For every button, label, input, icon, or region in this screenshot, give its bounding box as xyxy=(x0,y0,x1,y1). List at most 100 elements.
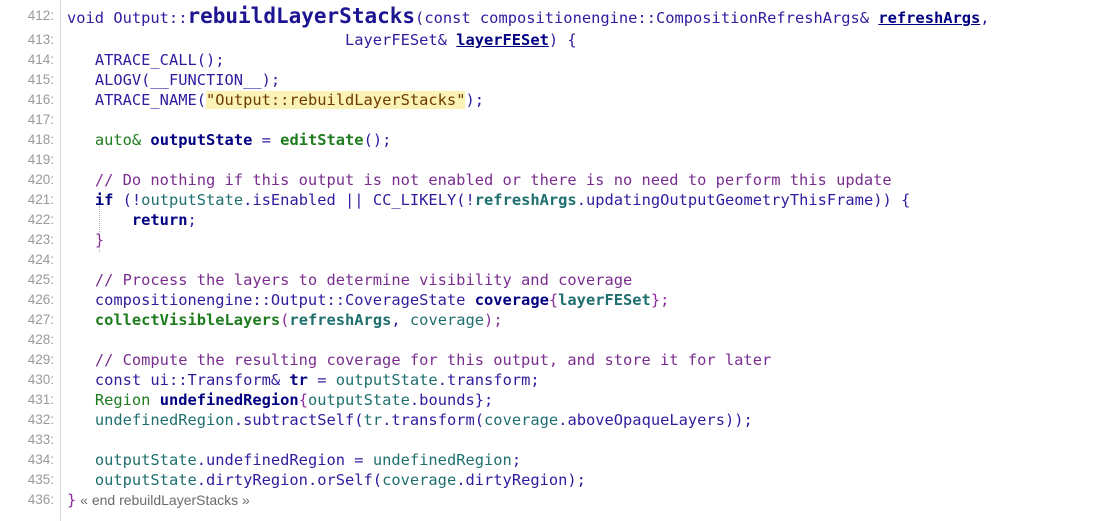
code-comment: // Process the layers to determine visib… xyxy=(94,271,633,289)
code-line[interactable]: 420: // Do nothing if this output is not… xyxy=(0,170,1094,190)
code-comment: // Do nothing if this output is not enab… xyxy=(94,171,892,189)
field-refreshargs[interactable]: refreshArgs xyxy=(475,191,577,209)
code-token: const ui::Transform& xyxy=(94,371,290,389)
code-token: .subtractSelf( xyxy=(233,411,364,429)
line-number: 413: xyxy=(27,32,54,47)
code-line[interactable]: 417: xyxy=(0,110,1094,130)
code-token: .undefinedRegion = xyxy=(196,451,373,469)
code-token: (); xyxy=(363,131,392,149)
line-number: 415: xyxy=(27,72,54,87)
code-line[interactable]: 422: return; xyxy=(0,210,1094,230)
field-coverage[interactable]: coverage xyxy=(382,471,456,489)
code-token: ); xyxy=(465,91,485,109)
field-tr[interactable]: tr xyxy=(364,411,383,429)
variable-tr[interactable]: tr xyxy=(289,371,308,389)
code-line[interactable]: 435: outputState.dirtyRegion.orSelf(cove… xyxy=(0,470,1094,490)
line-number: 418: xyxy=(27,132,54,147)
code-line[interactable]: 413: LayerFESet& layerFESet) { xyxy=(0,30,1094,50)
field-coverage[interactable]: coverage xyxy=(484,411,558,429)
code-token: ALOGV(__FUNCTION__); xyxy=(94,71,281,89)
field-outputstate[interactable]: outputState xyxy=(95,471,197,489)
line-number: 414: xyxy=(27,52,54,67)
code-line[interactable]: 424: xyxy=(0,250,1094,270)
code-line[interactable]: 434: outputState.undefinedRegion = undef… xyxy=(0,450,1094,470)
field-undefinedregion[interactable]: undefinedRegion xyxy=(95,411,234,429)
field-outputstate[interactable]: outputState xyxy=(141,191,243,209)
code-line[interactable]: 416: ATRACE_NAME("Output::rebuildLayerSt… xyxy=(0,90,1094,110)
line-number: 426: xyxy=(27,292,54,307)
code-line[interactable]: 433: xyxy=(0,430,1094,450)
code-token: .transform; xyxy=(437,371,540,389)
keyword-return: return xyxy=(131,211,188,229)
line-number: 429: xyxy=(27,352,54,367)
code-token: .dirtyRegion.orSelf( xyxy=(196,471,383,489)
code-token: = xyxy=(252,131,281,149)
code-line[interactable]: 412: void Output::rebuildLayerStacks(con… xyxy=(0,4,1094,28)
code-line[interactable]: 430: const ui::Transform& tr = outputSta… xyxy=(0,370,1094,390)
code-line[interactable]: 429: // Compute the resulting coverage f… xyxy=(0,350,1094,370)
arg-layerfeset[interactable]: layerFESet xyxy=(558,291,651,309)
code-token: Region xyxy=(94,391,160,409)
param-refreshargs[interactable]: refreshArgs xyxy=(878,9,980,27)
code-line[interactable]: 421: if (!outputState.isEnabled || CC_LI… xyxy=(0,190,1094,210)
code-token: ); xyxy=(484,311,503,329)
call-editstate[interactable]: editState xyxy=(280,131,363,149)
variable-coverage[interactable]: coverage xyxy=(475,291,549,309)
code-editor[interactable]: 412: void Output::rebuildLayerStacks(con… xyxy=(0,0,1094,521)
code-token: .aboveOpaqueLayers)); xyxy=(558,411,753,429)
code-token: { xyxy=(548,291,559,309)
code-line[interactable]: 419: xyxy=(0,150,1094,170)
code-line[interactable]: 426: compositionengine::Output::Coverage… xyxy=(0,290,1094,310)
code-token: , xyxy=(980,9,990,27)
line-number: 434: xyxy=(27,452,54,467)
line-number: 425: xyxy=(27,272,54,287)
line-number: 419: xyxy=(27,152,54,167)
code-line[interactable]: 431: Region undefinedRegion{outputState.… xyxy=(0,390,1094,410)
field-outputstate[interactable]: outputState xyxy=(308,391,410,409)
code-token: ; xyxy=(187,211,197,229)
line-number: 423: xyxy=(27,232,54,247)
variable-outputstate[interactable]: outputState xyxy=(150,131,252,149)
code-line[interactable]: 423: } xyxy=(0,230,1094,250)
variable-undefinedregion[interactable]: undefinedRegion xyxy=(160,391,299,409)
arg-refreshargs[interactable]: refreshArgs xyxy=(289,311,391,329)
code-token: compositionengine::Output::CoverageState xyxy=(94,291,475,309)
line-number: 422: xyxy=(27,212,54,227)
code-token: .updatingOutputGeometryThisFrame)) { xyxy=(576,191,911,209)
line-number: 424: xyxy=(27,252,54,267)
string-literal: "Output::rebuildLayerStacks" xyxy=(206,91,466,109)
code-line[interactable]: 432: undefinedRegion.subtractSelf(tr.tra… xyxy=(0,410,1094,430)
line-number: 431: xyxy=(27,392,54,407)
code-token: .dirtyRegion); xyxy=(456,471,586,489)
line-number: 435: xyxy=(27,472,54,487)
code-line[interactable]: 436: } « end rebuildLayerStacks » xyxy=(0,490,1094,510)
function-name[interactable]: rebuildLayerStacks xyxy=(187,4,415,28)
code-line[interactable]: 427: collectVisibleLayers(refreshArgs, c… xyxy=(0,310,1094,330)
field-outputstate[interactable]: outputState xyxy=(95,451,197,469)
keyword-if: if xyxy=(94,191,114,209)
call-collectvisiblelayers[interactable]: collectVisibleLayers xyxy=(95,311,280,329)
line-number: 428: xyxy=(27,332,54,347)
code-line[interactable]: 415: ALOGV(__FUNCTION__); xyxy=(0,70,1094,90)
code-token: , xyxy=(391,311,410,329)
code-comment: // Compute the resulting coverage for th… xyxy=(94,351,772,369)
code-token: .transform( xyxy=(382,411,485,429)
code-line[interactable]: 418: auto& outputState = editState(); xyxy=(0,130,1094,150)
field-undefinedregion[interactable]: undefinedRegion xyxy=(373,451,512,469)
line-number: 427: xyxy=(27,312,54,327)
code-token: ; xyxy=(511,451,522,469)
end-block-marker[interactable]: « end rebuildLayerStacks » xyxy=(76,492,250,508)
field-outputstate[interactable]: outputState xyxy=(336,371,438,389)
line-number: 432: xyxy=(27,412,54,427)
code-token: { xyxy=(298,391,308,409)
code-token: auto& xyxy=(94,131,151,149)
code-line[interactable]: 428: xyxy=(0,330,1094,350)
code-token: ) { xyxy=(548,31,577,49)
param-layerfeset[interactable]: layerFESet xyxy=(456,31,549,49)
code-token: ATRACE_CALL(); xyxy=(94,51,225,69)
line-number: 421: xyxy=(27,192,54,207)
code-line[interactable]: 425: // Process the layers to determine … xyxy=(0,270,1094,290)
arg-coverage[interactable]: coverage xyxy=(410,311,484,329)
code-line[interactable]: 414: ATRACE_CALL(); xyxy=(0,50,1094,70)
line-number: 433: xyxy=(27,432,54,447)
